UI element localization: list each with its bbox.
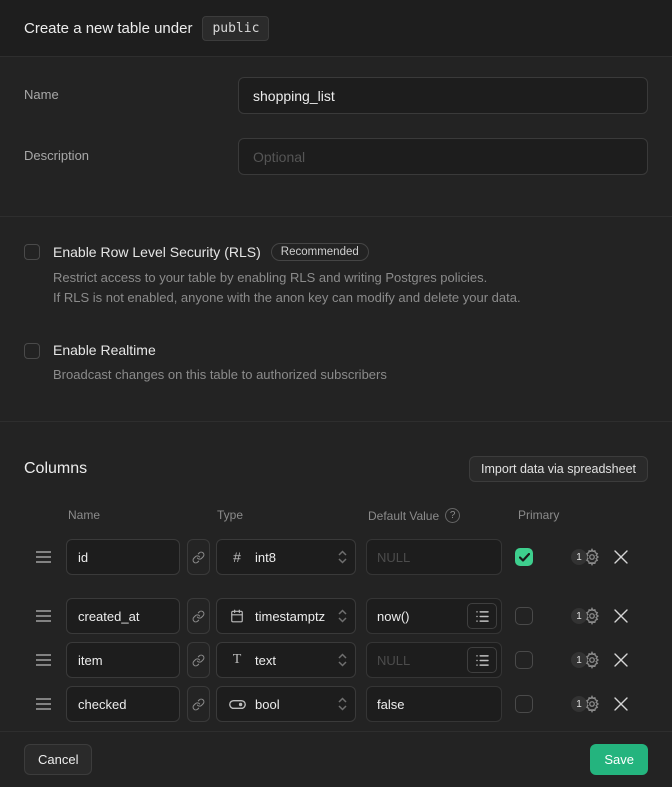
chevron-updown-icon	[338, 653, 347, 667]
column-type-select[interactable]: bool	[216, 686, 356, 722]
close-icon	[614, 550, 628, 564]
settings-count-badge: 1	[571, 696, 587, 712]
settings-count-badge: 1	[571, 608, 587, 624]
column-name-input[interactable]	[66, 598, 180, 634]
realtime-description: Broadcast changes on this table to autho…	[53, 365, 387, 385]
toggle-type-icon	[228, 699, 246, 710]
column-row-id: # int8 1	[24, 539, 648, 575]
primary-checkbox[interactable]	[515, 651, 533, 669]
create-table-dialog: Create a new table under public Name Des…	[0, 0, 672, 787]
help-icon[interactable]: ?	[445, 508, 460, 523]
remove-column-button[interactable]	[614, 609, 628, 623]
drag-handle-icon[interactable]	[36, 698, 52, 710]
drag-handle-icon[interactable]	[36, 610, 52, 622]
primary-checkbox[interactable]	[515, 695, 533, 713]
check-icon	[519, 553, 530, 562]
rls-label: Enable Row Level Security (RLS)	[53, 244, 261, 260]
close-icon	[614, 609, 628, 623]
description-label: Description	[24, 138, 238, 175]
remove-column-button[interactable]	[614, 653, 628, 667]
header-name: Name	[68, 508, 100, 522]
save-button[interactable]: Save	[590, 744, 648, 775]
column-name-input[interactable]	[66, 642, 180, 678]
close-icon	[614, 653, 628, 667]
chevron-updown-icon	[338, 550, 347, 564]
calendar-type-icon	[228, 609, 246, 623]
default-value-picker-icon[interactable]	[467, 603, 497, 629]
primary-checkbox[interactable]	[515, 548, 533, 566]
column-row-checked: bool 1	[24, 686, 648, 722]
column-settings-button[interactable]: 1	[571, 607, 601, 625]
columns-grid-headers: Name Type Default Value ? Primary	[24, 508, 648, 522]
column-settings-button[interactable]: 1	[571, 695, 601, 713]
foreign-key-link-icon[interactable]	[187, 642, 210, 678]
schema-badge: public	[202, 16, 269, 41]
recommended-badge: Recommended	[271, 243, 369, 261]
close-icon	[614, 697, 628, 711]
drag-handle-icon[interactable]	[36, 551, 52, 563]
remove-column-button[interactable]	[614, 550, 628, 564]
column-settings-button[interactable]: 1	[571, 651, 601, 669]
column-name-input[interactable]	[66, 539, 180, 575]
drag-handle-icon[interactable]	[36, 654, 52, 666]
remove-column-button[interactable]	[614, 697, 628, 711]
description-row: Description	[24, 138, 648, 175]
cancel-button[interactable]: Cancel	[24, 744, 92, 775]
table-description-input[interactable]	[238, 138, 648, 175]
columns-title: Columns	[24, 460, 87, 478]
foreign-key-link-icon[interactable]	[187, 598, 210, 634]
header-primary: Primary	[518, 508, 559, 522]
column-name-input[interactable]	[66, 686, 180, 722]
default-value-picker-icon[interactable]	[467, 647, 497, 673]
table-options-section: Enable Row Level Security (RLS) Recommen…	[0, 217, 672, 422]
text-type-icon: T	[228, 652, 246, 668]
rls-description: Restrict access to your table by enablin…	[53, 268, 521, 308]
foreign-key-link-icon[interactable]	[187, 686, 210, 722]
primary-checkbox[interactable]	[515, 607, 533, 625]
rls-checkbox[interactable]	[24, 244, 40, 260]
settings-count-badge: 1	[571, 652, 587, 668]
dialog-footer: Cancel Save	[0, 731, 672, 787]
column-type-select[interactable]: timestamptz	[216, 598, 356, 634]
column-row-item: T text 1	[24, 642, 648, 678]
chevron-updown-icon	[338, 609, 347, 623]
dialog-title: Create a new table under	[24, 20, 192, 37]
name-label: Name	[24, 77, 238, 114]
settings-count-badge: 1	[571, 549, 587, 565]
default-value-input[interactable]	[367, 599, 467, 633]
foreign-key-link-icon[interactable]	[187, 539, 210, 575]
default-value-input[interactable]	[367, 687, 501, 721]
chevron-updown-icon	[338, 697, 347, 711]
table-details-section: Name Description	[0, 57, 672, 217]
realtime-label: Enable Realtime	[53, 342, 156, 358]
header-type: Type	[217, 508, 243, 522]
default-value-input[interactable]	[367, 643, 467, 677]
header-default-value: Default Value	[368, 509, 439, 523]
realtime-toggle-row: Enable Realtime Broadcast changes on thi…	[24, 342, 648, 385]
column-row-created-at: timestamptz 1	[24, 598, 648, 634]
default-value-input[interactable]	[367, 540, 501, 574]
int8-type-icon: #	[228, 549, 246, 565]
import-spreadsheet-button[interactable]: Import data via spreadsheet	[469, 456, 648, 482]
column-type-select[interactable]: T text	[216, 642, 356, 678]
dialog-header: Create a new table under public	[0, 0, 672, 57]
realtime-checkbox[interactable]	[24, 343, 40, 359]
columns-section: Columns Import data via spreadsheet Name…	[0, 422, 672, 731]
rls-toggle-row: Enable Row Level Security (RLS) Recommen…	[24, 243, 648, 308]
table-name-input[interactable]	[238, 77, 648, 114]
column-settings-button[interactable]: 1	[571, 548, 601, 566]
name-row: Name	[24, 77, 648, 114]
column-type-select[interactable]: # int8	[216, 539, 356, 575]
